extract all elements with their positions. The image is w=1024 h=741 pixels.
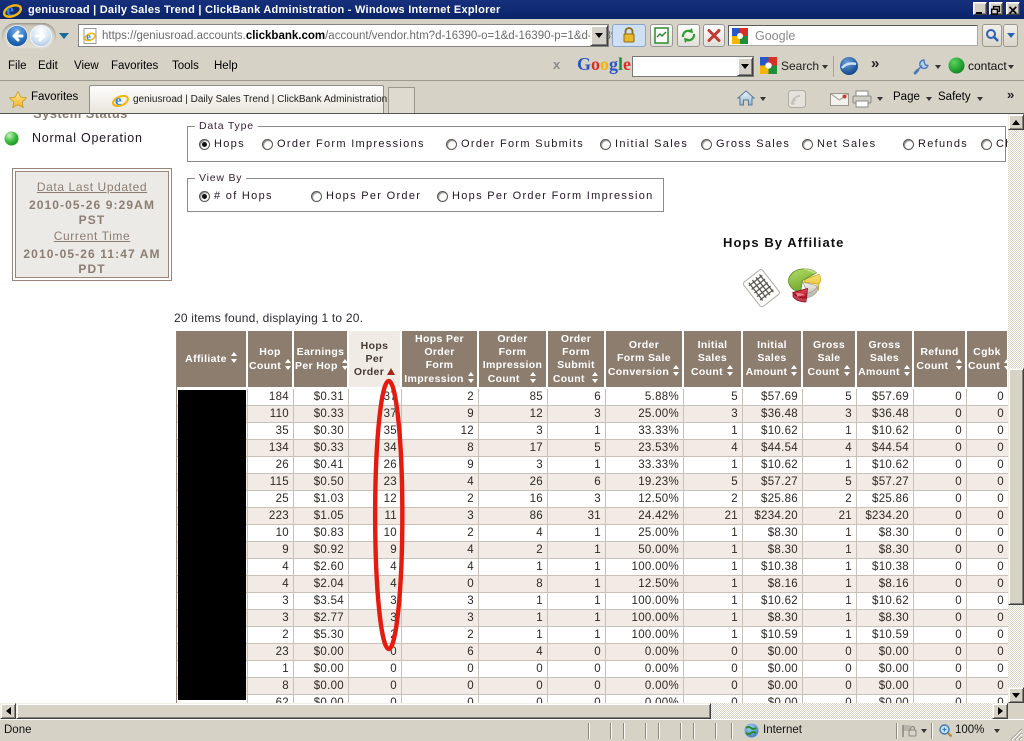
svg-text:e: e (86, 32, 91, 43)
